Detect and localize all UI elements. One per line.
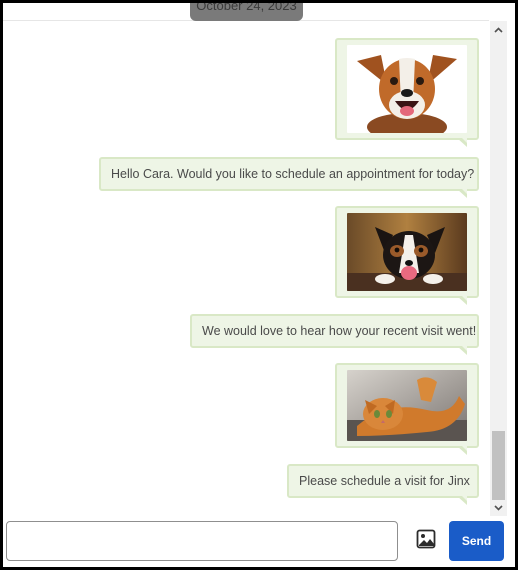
message-text: Hello Cara. Would you like to schedule a… [111, 167, 475, 181]
text-message: We would love to hear how your recent vi… [190, 314, 479, 355]
image-icon [416, 529, 436, 554]
send-button[interactable]: Send [449, 521, 504, 561]
message-composer: Send [3, 518, 515, 567]
message-text: We would love to hear how your recent vi… [202, 324, 477, 338]
scrollbar-thumb[interactable] [492, 431, 505, 500]
attach-image-button[interactable] [413, 528, 439, 554]
border-collie-photo [347, 213, 467, 291]
scroll-down-arrow-icon[interactable] [490, 499, 507, 516]
orange-cat-photo [347, 370, 467, 441]
scroll-up-arrow-icon[interactable] [490, 21, 507, 38]
date-badge: October 24, 2023 [190, 3, 303, 21]
image-message[interactable] [335, 38, 479, 147]
text-message: Hello Cara. Would you like to schedule a… [99, 157, 479, 198]
message-text: Please schedule a visit for Jinx [299, 474, 470, 488]
message-input[interactable] [6, 521, 398, 561]
image-message[interactable] [335, 206, 479, 305]
chat-window: Hello Cara. Would you like to schedule a… [3, 3, 515, 567]
scrollbar[interactable] [490, 21, 507, 516]
message-list: Hello Cara. Would you like to schedule a… [3, 21, 489, 516]
text-message: Please schedule a visit for Jinx [287, 464, 479, 505]
image-message[interactable] [335, 363, 479, 455]
happy-brown-dog-photo [347, 45, 467, 133]
